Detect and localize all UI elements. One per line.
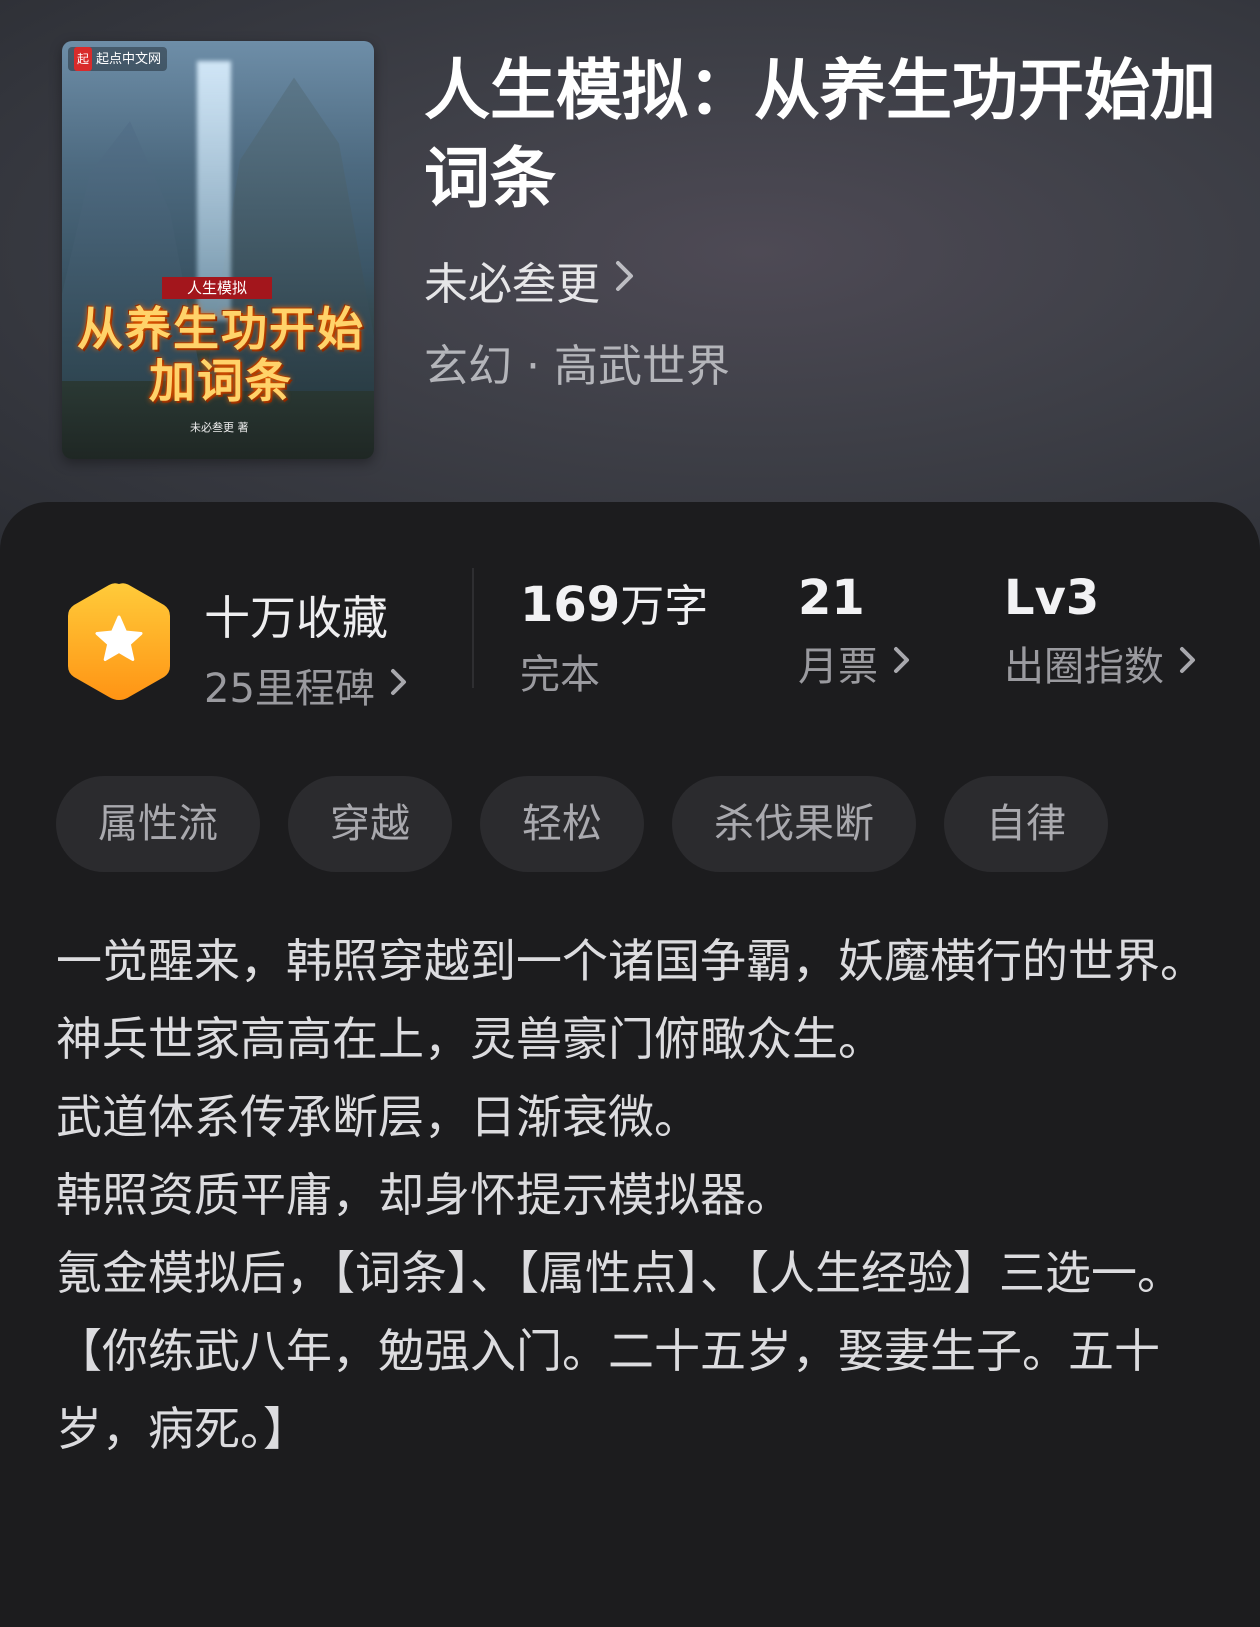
collect-subtitle-row: 25里程碑	[204, 656, 409, 714]
collect-stat[interactable]: 十万收藏 25里程碑	[204, 582, 409, 714]
tag-chip[interactable]: 属性流	[56, 776, 260, 872]
author-link[interactable]: 未必叁更	[424, 248, 636, 312]
book-genre: 玄幻 · 高武世界	[424, 341, 730, 392]
synopsis-line: 武道体系传承断层，日渐衰微。	[56, 1090, 700, 1144]
synopsis-line: 【你练武八年，勉强入门。二十五岁，娶妻生子。五十岁，病死。】	[56, 1324, 1160, 1456]
book-title: 人生模拟：从养生功开始加词条	[424, 51, 1216, 217]
influence-row: 出圈指数	[1004, 634, 1198, 692]
synopsis-line: 神兵世家高高在上，灵兽豪门俯瞰众生。	[56, 1012, 884, 1066]
collect-title: 十万收藏	[204, 591, 388, 645]
chevron-right-icon	[1178, 643, 1198, 684]
monthly-votes-value: 21	[798, 570, 865, 626]
cover-ribbon: 人生模拟	[162, 277, 272, 299]
book-synopsis[interactable]: 一觉醒来，韩照穿越到一个诸国争霸，妖魔横行的世界。 神兵世家高高在上，灵兽豪门俯…	[56, 922, 1206, 1468]
cover-title: 从养生功开始加词条	[77, 302, 365, 408]
chevron-right-icon	[614, 257, 636, 303]
publisher-logo: 起起点中文网	[68, 47, 168, 71]
monthly-votes-stat[interactable]: 21 月票	[798, 570, 912, 692]
synopsis-line: 氪金模拟后，【词条】、【属性点】、【人生经验】三选一。	[56, 1246, 1183, 1300]
chevron-right-icon	[892, 643, 912, 684]
tag-chip[interactable]: 轻松	[480, 776, 644, 872]
book-header: 起起点中文网 人生模拟 从养生功开始加词条 未必叁更 著 人生模拟：从养生功开始…	[0, 0, 1260, 560]
word-count-value: 169	[520, 577, 621, 633]
cover-author: 未必叁更 著	[190, 421, 249, 434]
tag-list: 属性流 穿越 轻松 杀伐果断 自律	[56, 776, 1108, 872]
author-name: 未必叁更	[424, 259, 600, 310]
monthly-votes-label: 月票	[798, 644, 878, 690]
milestone-label: 25里程碑	[204, 666, 375, 712]
chevron-right-icon	[389, 665, 409, 706]
tag-chip[interactable]: 穿越	[288, 776, 452, 872]
synopsis-line: 一觉醒来，韩照穿越到一个诸国争霸，妖魔横行的世界。	[56, 934, 1206, 988]
word-count-unit: 万字	[620, 581, 709, 632]
book-cover-image[interactable]: 起起点中文网 人生模拟 从养生功开始加词条 未必叁更 著	[62, 41, 374, 459]
word-count-row: 169万字	[520, 570, 708, 634]
word-count-stat: 169万字 完本	[520, 570, 708, 700]
influence-label: 出圈指数	[1004, 644, 1164, 690]
synopsis-line: 韩照资质平庸，却身怀提示模拟器。	[56, 1168, 792, 1222]
tag-chip[interactable]: 自律	[944, 776, 1108, 872]
stat-divider	[472, 568, 474, 688]
influence-value: Lv3	[1004, 570, 1100, 626]
publisher-mark: 起	[74, 47, 93, 71]
monthly-votes-row: 月票	[798, 634, 912, 692]
influence-stat[interactable]: Lv3 出圈指数	[1004, 570, 1198, 692]
completion-status: 完本	[520, 652, 600, 698]
star-badge-icon[interactable]	[64, 580, 174, 702]
publisher-name: 起点中文网	[96, 52, 162, 67]
tag-chip[interactable]: 杀伐果断	[672, 776, 916, 872]
